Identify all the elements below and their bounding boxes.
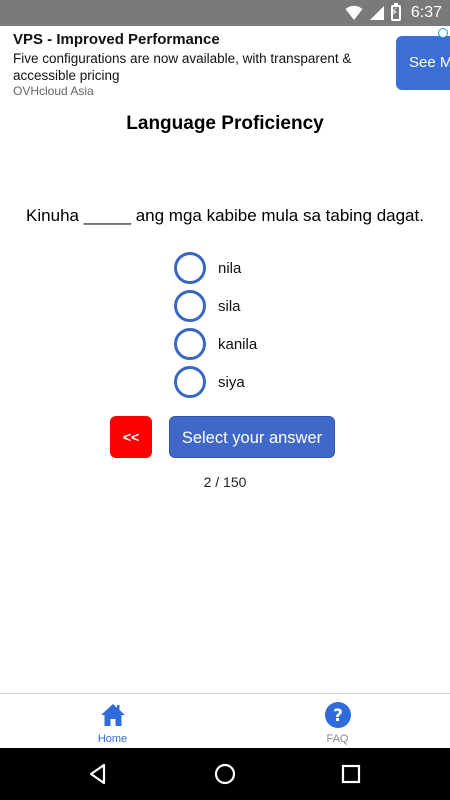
home-circle-icon[interactable]: [213, 762, 237, 786]
ad-source: OVHcloud Asia: [13, 84, 94, 98]
page-title: Language Proficiency: [126, 113, 324, 134]
nav-item-home[interactable]: Home: [0, 694, 225, 749]
option-label: siya: [218, 373, 245, 391]
radio-button[interactable]: [174, 290, 206, 322]
radio-button[interactable]: [174, 328, 206, 360]
answer-options: nila sila kanila siya: [174, 251, 257, 403]
question-text: Kinuha _____ ang mga kabibe mula sa tabi…: [26, 206, 424, 225]
previous-button[interactable]: <<: [110, 416, 152, 458]
home-icon: [100, 704, 125, 726]
help-circle-icon: ?: [324, 702, 351, 728]
back-icon[interactable]: [86, 762, 110, 786]
status-bar: ⚡ 6:37: [0, 0, 450, 26]
radio-button[interactable]: [174, 252, 206, 284]
status-icons: ⚡ 6:37: [345, 3, 442, 23]
ad-banner[interactable]: VPS - Improved Performance Five configur…: [0, 26, 450, 102]
ad-cta-button[interactable]: See M: [396, 36, 450, 90]
question-counter: 2 / 150: [203, 474, 247, 490]
answer-option-siya[interactable]: siya: [174, 365, 257, 399]
submit-answer-button[interactable]: Select your answer: [169, 416, 335, 458]
status-time: 6:37: [410, 4, 442, 21]
answer-option-kanila[interactable]: kanila: [174, 327, 257, 361]
answer-option-nila[interactable]: nila: [174, 251, 257, 285]
system-nav-bar: [0, 748, 450, 800]
option-label: sila: [218, 297, 241, 315]
nav-item-faq[interactable]: ? FAQ: [225, 694, 450, 749]
radio-button[interactable]: [174, 366, 206, 398]
ad-description: Five configurations are now available, w…: [13, 51, 352, 83]
option-label: kanila: [218, 335, 258, 353]
signal-icon: [369, 6, 384, 20]
answer-option-sila[interactable]: sila: [174, 289, 257, 323]
wifi-icon: [345, 5, 363, 20]
svg-text:?: ?: [333, 706, 343, 726]
nav-label-faq: FAQ: [326, 733, 349, 745]
option-label: nila: [218, 259, 242, 277]
battery-icon: ⚡: [390, 3, 401, 21]
bottom-nav: Home ? FAQ: [0, 693, 450, 748]
recents-icon[interactable]: [339, 762, 363, 786]
ad-title[interactable]: VPS - Improved Performance: [13, 31, 220, 48]
ad-choices-icon[interactable]: [438, 28, 448, 38]
nav-label-home: Home: [97, 733, 128, 745]
